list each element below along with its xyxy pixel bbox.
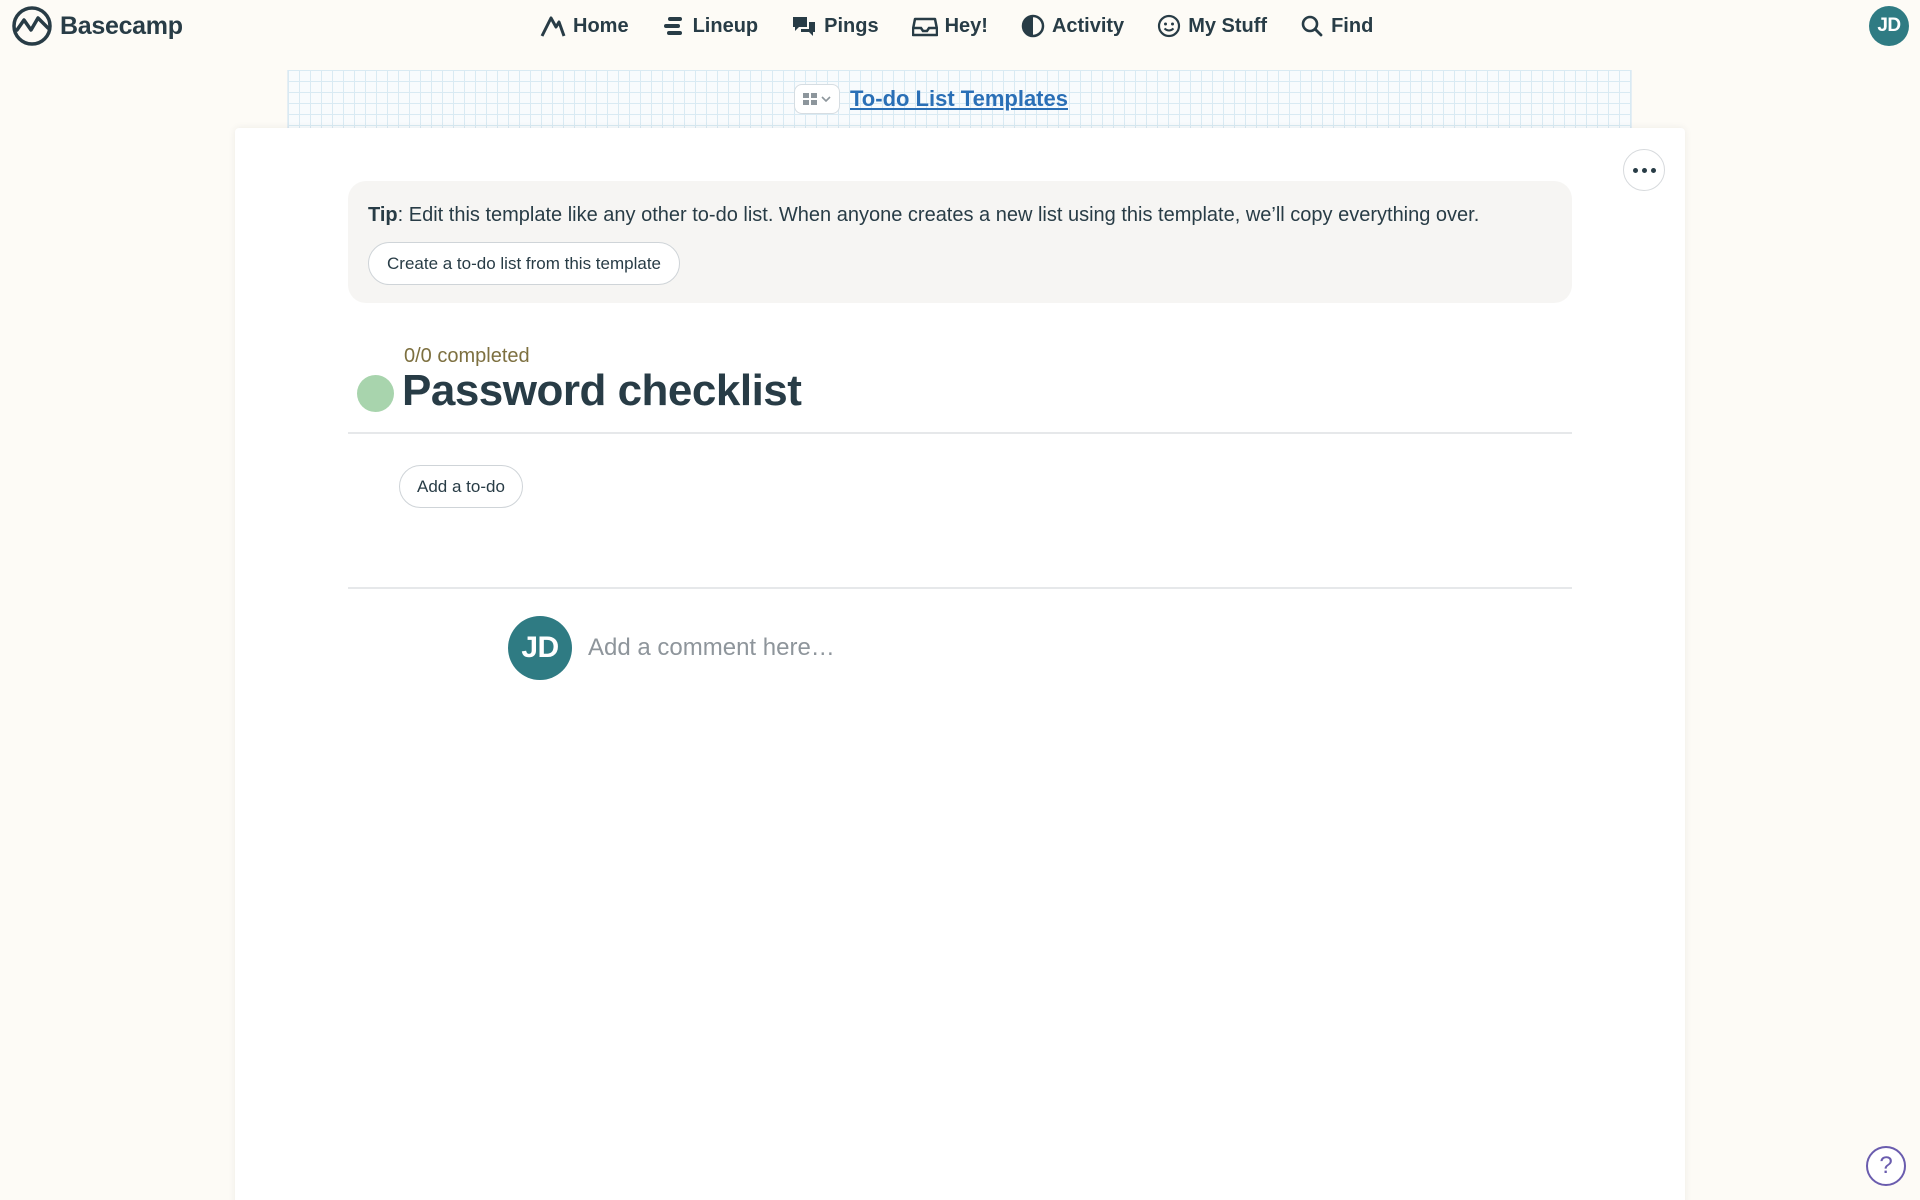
home-icon [540, 16, 566, 37]
chevron-down-icon [821, 96, 831, 102]
nav-my-stuff[interactable]: My Stuff [1157, 14, 1267, 38]
user-avatar[interactable]: JD [1869, 6, 1909, 46]
basecamp-logo-icon [12, 6, 52, 46]
ellipsis-icon-dot [1632, 167, 1638, 173]
ellipsis-icon-dot [1650, 167, 1656, 173]
inbox-icon [911, 17, 938, 37]
project-switcher-button[interactable] [794, 84, 840, 114]
ellipsis-icon-dot [1641, 167, 1647, 173]
nav-find[interactable]: Find [1300, 14, 1373, 38]
nav-pings[interactable]: Pings [791, 14, 879, 38]
pings-icon [793, 17, 816, 36]
divider [348, 587, 1572, 589]
tip-body: : Edit this template like any other to-d… [397, 204, 1480, 226]
activity-icon [1021, 14, 1045, 38]
comment-avatar: JD [508, 616, 572, 680]
breadcrumb-link-templates[interactable]: To-do List Templates [850, 86, 1068, 112]
grid-icon [803, 93, 817, 105]
nav-hey-label: Hey! [944, 14, 988, 37]
lineup-icon [663, 17, 682, 35]
nav-activity[interactable]: Activity [1021, 14, 1124, 38]
nav-hey[interactable]: Hey! [911, 14, 988, 38]
tip-text: Tip: Edit this template like any other t… [368, 204, 1479, 227]
list-color-dot [357, 375, 394, 412]
list-title[interactable]: Password checklist [402, 366, 802, 416]
nav-home[interactable]: Home [540, 14, 629, 38]
create-list-from-template-button[interactable]: Create a to-do list from this template [368, 242, 681, 285]
breadcrumb: To-do List Templates [794, 84, 1068, 114]
smiley-icon [1158, 14, 1181, 38]
basecamp-logo[interactable]: Basecamp [10, 6, 183, 46]
comment-input[interactable] [588, 628, 1288, 668]
nav-lineup[interactable]: Lineup [662, 14, 759, 38]
nav-home-label: Home [573, 14, 629, 37]
top-navigation: Basecamp Home Lineup Pings Hey! Activity… [0, 0, 1920, 54]
add-todo-button[interactable]: Add a to-do [399, 465, 523, 508]
nav-lineup-label: Lineup [692, 14, 759, 37]
main-nav: Home Lineup Pings Hey! Activity My Stuff… [540, 8, 1406, 44]
more-options-button[interactable] [1623, 149, 1665, 191]
divider [348, 432, 1572, 434]
nav-my-stuff-label: My Stuff [1188, 14, 1268, 37]
tip-box: Tip: Edit this template like any other t… [348, 181, 1572, 303]
nav-activity-label: Activity [1051, 14, 1125, 37]
help-button[interactable]: ? [1866, 1146, 1906, 1186]
completion-status: 0/0 completed [404, 345, 530, 367]
nav-find-label: Find [1331, 14, 1374, 37]
nav-pings-label: Pings [824, 14, 879, 37]
tip-label: Tip [368, 204, 398, 226]
search-icon [1301, 15, 1323, 37]
app-name: Basecamp [60, 11, 183, 40]
